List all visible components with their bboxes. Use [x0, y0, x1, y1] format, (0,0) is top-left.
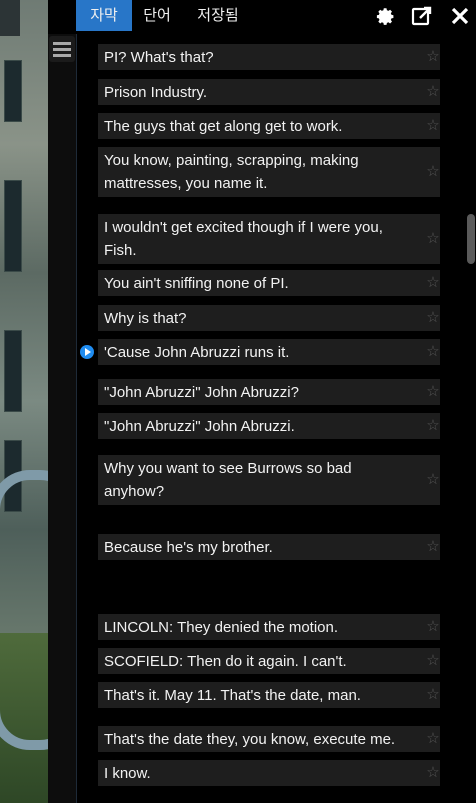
star-icon[interactable]: ☆	[423, 162, 443, 182]
video-background	[0, 0, 48, 803]
subtitle-text: Because he's my brother.	[104, 539, 273, 556]
star-icon[interactable]: ☆	[423, 308, 443, 328]
video-pipe	[0, 470, 48, 750]
subtitle-row[interactable]: Why is that? ☆	[98, 305, 440, 331]
subtitle-row[interactable]: That's the date they, you know, execute …	[98, 726, 440, 752]
subtitle-row[interactable]: "John Abruzzi" John Abruzzi? ☆	[98, 379, 440, 405]
subtitle-row[interactable]: You ain't sniffing none of PI. ☆	[98, 270, 440, 296]
star-icon[interactable]: ☆	[423, 342, 443, 362]
subtitle-row[interactable]: I know. ☆	[98, 760, 440, 786]
star-icon[interactable]: ☆	[423, 382, 443, 402]
star-icon[interactable]: ☆	[423, 763, 443, 783]
hamburger-menu-icon[interactable]	[49, 36, 75, 62]
subtitle-text: That's it. May 11. That's the date, man.	[104, 687, 361, 704]
subtitle-text: "John Abruzzi" John Abruzzi.	[104, 418, 295, 435]
subtitle-text: I wouldn't get excited though if I were …	[104, 219, 383, 259]
gear-icon[interactable]	[372, 4, 396, 28]
star-icon[interactable]: ☆	[423, 416, 443, 436]
tab-subtitles[interactable]: 자막	[76, 0, 132, 31]
subtitle-text: That's the date they, you know, execute …	[104, 731, 396, 748]
subtitle-row[interactable]: Because he's my brother. ☆	[98, 534, 440, 560]
subtitle-row[interactable]: LINCOLN: They denied the motion. ☆	[98, 614, 440, 640]
star-icon[interactable]: ☆	[423, 273, 443, 293]
star-icon[interactable]: ☆	[423, 537, 443, 557]
star-icon[interactable]: ☆	[423, 617, 443, 637]
star-icon[interactable]: ☆	[423, 82, 443, 102]
video-window	[4, 330, 22, 412]
star-icon[interactable]: ☆	[423, 470, 443, 490]
subtitle-row-current[interactable]: 'Cause John Abruzzi runs it. ☆	[80, 339, 443, 365]
side-rail	[48, 34, 77, 803]
subtitle-text: Why you want to see Burrows so bad anyho…	[104, 460, 352, 500]
tab-saved[interactable]: 저장됨	[184, 0, 252, 31]
scrollbar[interactable]	[466, 34, 476, 803]
play-icon[interactable]	[80, 345, 94, 359]
subtitle-row[interactable]: You know, painting, scrapping, making ma…	[98, 147, 440, 197]
subtitle-text: I know.	[104, 765, 151, 782]
subtitle-text: LINCOLN: They denied the motion.	[104, 619, 339, 636]
subtitle-text: PI? What's that?	[104, 49, 214, 66]
subtitle-row[interactable]: I wouldn't get excited though if I were …	[98, 214, 440, 264]
star-icon[interactable]: ☆	[423, 729, 443, 749]
star-icon[interactable]: ☆	[423, 116, 443, 136]
subtitle-row[interactable]: That's it. May 11. That's the date, man.…	[98, 682, 440, 708]
video-window	[4, 60, 22, 122]
subtitle-row[interactable]: Prison Industry. ☆	[98, 79, 440, 105]
subtitle-row[interactable]: PI? What's that? ☆	[98, 44, 440, 70]
subtitle-text: Prison Industry.	[104, 84, 208, 101]
video-window	[4, 180, 22, 272]
video-corner	[0, 0, 20, 36]
subtitle-text: SCOFIELD: Then do it again. I can't.	[104, 653, 347, 670]
tab-bar: 자막 단어 저장됨	[76, 0, 476, 32]
tab-words[interactable]: 단어	[134, 0, 180, 31]
subtitle-text: 'Cause John Abruzzi runs it.	[104, 344, 290, 361]
close-icon[interactable]	[448, 4, 472, 28]
subtitle-row[interactable]: "John Abruzzi" John Abruzzi. ☆	[98, 413, 440, 439]
subtitle-row[interactable]: SCOFIELD: Then do it again. I can't. ☆	[98, 648, 440, 674]
subtitle-text: Why is that?	[104, 310, 187, 327]
subtitle-text: You ain't sniffing none of PI.	[104, 275, 289, 292]
share-icon[interactable]	[410, 4, 434, 28]
scrollbar-thumb[interactable]	[467, 214, 475, 264]
subtitle-row[interactable]: Why you want to see Burrows so bad anyho…	[98, 455, 440, 505]
subtitle-row[interactable]: The guys that get along get to work. ☆	[98, 113, 440, 139]
subtitle-text: You know, painting, scrapping, making ma…	[104, 152, 359, 192]
star-icon[interactable]: ☆	[423, 685, 443, 705]
subtitle-text: The guys that get along get to work.	[104, 118, 343, 135]
star-icon[interactable]: ☆	[423, 229, 443, 249]
subtitle-text: "John Abruzzi" John Abruzzi?	[104, 384, 299, 401]
star-icon[interactable]: ☆	[423, 47, 443, 67]
subtitle-list: PI? What's that? ☆ Prison Industry. ☆ Th…	[76, 34, 466, 803]
star-icon[interactable]: ☆	[423, 651, 443, 671]
